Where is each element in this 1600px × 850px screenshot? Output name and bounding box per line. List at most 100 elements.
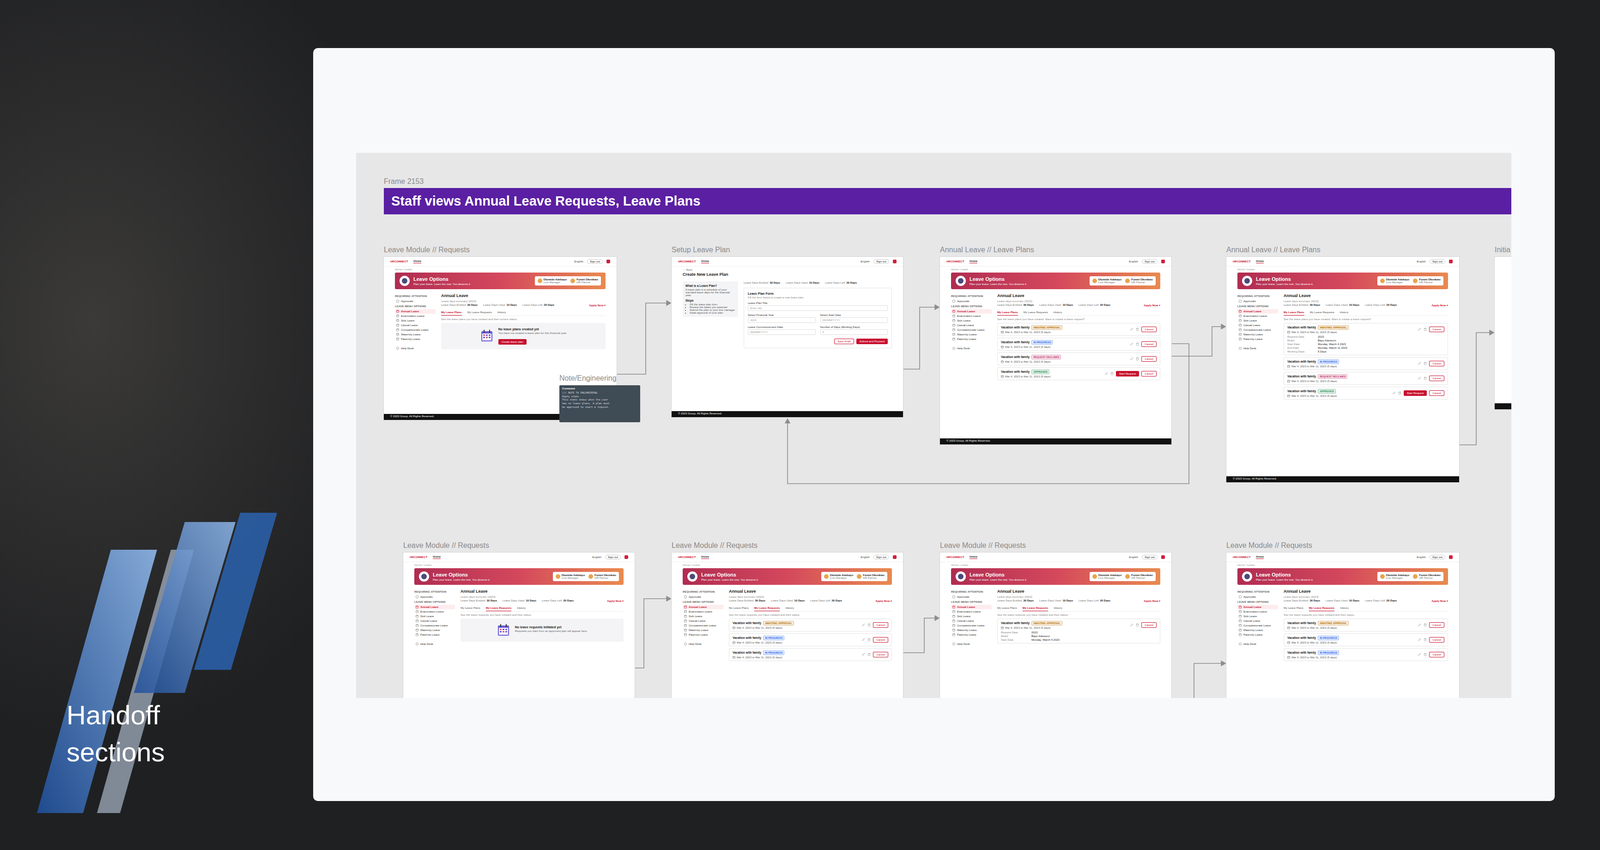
contact[interactable]: Funmi Okonkwo HR Partner bbox=[1125, 573, 1153, 580]
text-input[interactable]: 2023 bbox=[747, 317, 816, 323]
tab[interactable]: My Leave Plans bbox=[441, 309, 462, 316]
sidebar-item[interactable]: Compassionate Leave bbox=[1237, 327, 1279, 333]
trash-icon[interactable] bbox=[1135, 357, 1140, 361]
tab[interactable]: My Leave Plans bbox=[997, 605, 1018, 612]
app-icon[interactable] bbox=[892, 259, 897, 264]
screen-node[interactable]: Leave Module // Requests HRCONNECT Home … bbox=[1226, 540, 1460, 698]
sidebar-item[interactable]: Annual Leave bbox=[1237, 604, 1279, 610]
sidebar-item[interactable]: Annual Leave bbox=[951, 604, 992, 610]
sidebar-item[interactable]: Approvals bbox=[394, 298, 436, 304]
trash-icon[interactable] bbox=[867, 652, 871, 656]
trash-icon[interactable] bbox=[1398, 391, 1402, 395]
sidebar-item[interactable]: Compassionate Leave bbox=[682, 623, 724, 628]
screen-node[interactable]: Annual Leave // Leave Plans HRCONNECT Ho… bbox=[939, 245, 1172, 445]
leave-item[interactable]: Vacation with family IN PROGRESS Mar 4, … bbox=[1283, 648, 1449, 661]
sidebar-item[interactable]: Sick Leave bbox=[1237, 318, 1279, 323]
trash-icon[interactable] bbox=[867, 637, 871, 642]
contact[interactable]: Funmi Okonkwo HR Partner bbox=[856, 573, 885, 580]
help-desk-link[interactable]: Help Desk bbox=[1237, 641, 1279, 647]
contact[interactable]: Olumide Adebayo Line Manager bbox=[537, 278, 568, 284]
sidebar-item[interactable]: Sick Leave bbox=[1237, 613, 1279, 619]
sidebar-item[interactable]: Examination Leave bbox=[951, 313, 992, 319]
item-action-button[interactable]: Cancel bbox=[872, 651, 889, 658]
apply-button[interactable]: Apply Now ▾ bbox=[588, 303, 606, 307]
sidebar-item[interactable]: Maternity Leave bbox=[951, 332, 992, 337]
sign-out-button[interactable]: Sign out bbox=[1429, 259, 1446, 264]
sidebar-item[interactable]: Casual Leave bbox=[1237, 322, 1279, 328]
tab[interactable]: History bbox=[785, 605, 794, 612]
item-action-button[interactable]: Cancel bbox=[1429, 651, 1445, 658]
back-link[interactable]: ← Back bbox=[682, 268, 892, 272]
edit-icon[interactable] bbox=[861, 623, 866, 627]
leave-item[interactable]: Vacation with family IN PROGRESS Mar 4, … bbox=[1283, 633, 1449, 647]
leave-item[interactable]: Vacation with family AWAITING APPROVAL M… bbox=[997, 618, 1161, 644]
contact[interactable]: Olumide Adebayo Line Manager bbox=[555, 573, 586, 580]
nav-home[interactable]: Home bbox=[701, 259, 710, 264]
item-action-button[interactable]: Cancel bbox=[1429, 326, 1445, 333]
leave-item[interactable]: Vacation with family AWAITING APPROVAL M… bbox=[728, 618, 892, 632]
text-input[interactable]: 0 bbox=[820, 329, 889, 335]
sidebar-item[interactable]: Annual Leave bbox=[682, 604, 724, 610]
sidebar-item[interactable]: Compassionate Leave bbox=[1237, 623, 1279, 628]
help-desk-link[interactable]: Help Desk bbox=[951, 345, 992, 351]
edit-icon[interactable] bbox=[1130, 623, 1134, 627]
tab[interactable]: My Leave Requests bbox=[485, 605, 512, 612]
language-select[interactable]: English bbox=[1416, 260, 1426, 263]
sidebar-item[interactable]: Annual Leave bbox=[394, 309, 436, 314]
contact[interactable]: Olumide Adebayo Line Manager bbox=[1380, 573, 1410, 580]
sidebar-item[interactable]: Maternity Leave bbox=[682, 627, 724, 633]
sidebar-item[interactable]: Examination Leave bbox=[1237, 609, 1279, 614]
help-desk-link[interactable]: Help Desk bbox=[682, 641, 724, 647]
sidebar-item[interactable]: Casual Leave bbox=[682, 618, 724, 624]
nav-home[interactable]: Home bbox=[969, 555, 978, 559]
trash-icon[interactable] bbox=[1423, 376, 1427, 380]
edit-icon[interactable] bbox=[861, 652, 866, 656]
trash-icon[interactable] bbox=[1423, 361, 1427, 365]
form-button[interactable]: Submit and Proceed bbox=[856, 338, 888, 345]
screen-node[interactable]: Annual Leave // Leave Plans HRCONNECT Ho… bbox=[1226, 245, 1460, 483]
sidebar-item[interactable]: Approvals bbox=[951, 594, 992, 600]
app-icon[interactable] bbox=[1161, 555, 1165, 559]
screen-node[interactable]: Leave Module // Requests HRCONNECT Home … bbox=[671, 540, 904, 698]
tab[interactable]: My Leave Requests bbox=[1022, 605, 1049, 612]
sidebar-item[interactable]: Approvals bbox=[1237, 298, 1279, 304]
tab[interactable]: My Leave Plans bbox=[728, 605, 749, 612]
contact[interactable]: Funmi Okonkwo HR Partner bbox=[1412, 278, 1441, 284]
sidebar-item[interactable]: Maternity Leave bbox=[1237, 627, 1279, 633]
item-action-button[interactable]: Cancel bbox=[1141, 341, 1157, 347]
leave-item[interactable]: Vacation with family REQUEST DECLINED Ma… bbox=[1283, 371, 1449, 385]
sidebar-item[interactable]: Casual Leave bbox=[414, 618, 455, 624]
edit-icon[interactable] bbox=[1130, 342, 1134, 346]
edit-icon[interactable] bbox=[1392, 391, 1396, 395]
tab[interactable]: My Leave Plans bbox=[997, 309, 1019, 316]
tab[interactable]: My Leave Plans bbox=[1283, 309, 1305, 316]
sign-out-button[interactable]: Sign out bbox=[1429, 554, 1446, 560]
leave-item[interactable]: Vacation with family REQUEST DECLINED Ma… bbox=[997, 352, 1161, 366]
leave-item[interactable]: Vacation with family AWAITING APPROVAL M… bbox=[1283, 618, 1449, 632]
trash-icon[interactable] bbox=[1423, 652, 1427, 656]
apply-button[interactable]: Apply Now ▾ bbox=[1431, 303, 1449, 307]
sidebar-item[interactable]: Casual Leave bbox=[951, 322, 992, 328]
contact[interactable]: Olumide Adebayo Line Manager bbox=[1092, 278, 1122, 284]
item-action-button[interactable]: Start Request bbox=[1115, 370, 1140, 377]
sidebar-item[interactable]: Approvals bbox=[682, 594, 724, 600]
edit-icon[interactable] bbox=[1418, 637, 1422, 642]
tab[interactable]: My Leave Plans bbox=[460, 605, 481, 612]
edit-icon[interactable] bbox=[861, 637, 866, 642]
language-select[interactable]: English bbox=[574, 260, 584, 263]
help-desk-link[interactable]: Help Desk bbox=[951, 641, 992, 647]
design-canvas[interactable]: Frame 2153 Staff views Annual Leave Requ… bbox=[356, 152, 1512, 698]
tab[interactable]: History bbox=[1339, 605, 1349, 612]
app-logo[interactable]: HRCONNECT bbox=[946, 555, 964, 559]
sign-out-button[interactable]: Sign out bbox=[605, 554, 621, 560]
trash-icon[interactable] bbox=[1135, 623, 1140, 627]
sidebar-item[interactable]: Approvals bbox=[1237, 594, 1279, 600]
contact[interactable]: Funmi Okonkwo HR Partner bbox=[1412, 573, 1441, 580]
sidebar-item[interactable]: Annual Leave bbox=[414, 604, 455, 610]
trash-icon[interactable] bbox=[1135, 327, 1140, 331]
tab[interactable]: History bbox=[1339, 309, 1349, 316]
sidebar-item[interactable]: Compassionate Leave bbox=[394, 327, 436, 333]
leave-item[interactable]: Vacation with family AWAITING APPROVAL M… bbox=[1283, 322, 1449, 356]
nav-home[interactable]: Home bbox=[413, 259, 422, 264]
sidebar-item[interactable]: Casual Leave bbox=[1237, 618, 1279, 624]
